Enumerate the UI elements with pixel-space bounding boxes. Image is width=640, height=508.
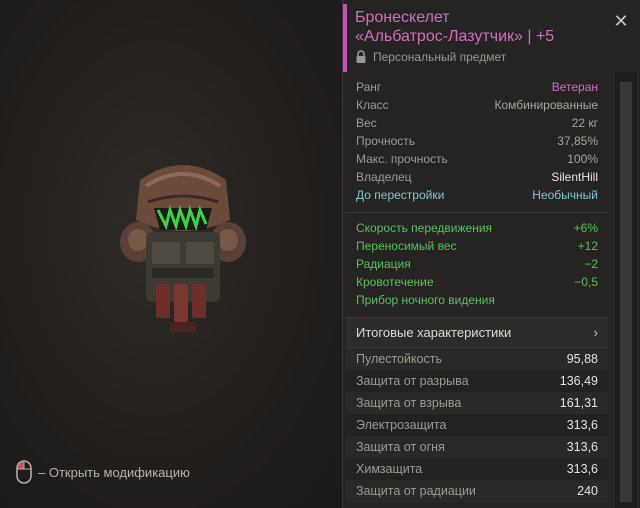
total-stats-toggle[interactable]: Итоговые характеристики › bbox=[346, 318, 608, 348]
stat-label: Химзащита bbox=[356, 462, 423, 476]
rarity-accent-bar bbox=[343, 4, 347, 72]
mouse-icon bbox=[16, 460, 32, 484]
item-header: Бронескелет «Альбатрос-Лазутчик» | +5 ✕ … bbox=[343, 0, 640, 72]
stat-value: 136,49 bbox=[559, 374, 598, 388]
bonus-row: Скорость передвижения +6% bbox=[346, 219, 608, 237]
bonus-row: Прибор ночного видения bbox=[346, 291, 608, 309]
info-value: Комбинированные bbox=[494, 98, 599, 112]
info-label: Класс bbox=[356, 98, 389, 112]
personal-item-label: Персональный предмет bbox=[373, 50, 507, 64]
stat-label: Пулестойкость bbox=[356, 352, 443, 366]
bonus-row: Радиация −2 bbox=[346, 255, 608, 273]
stat-row: Защита от огня 313,6 bbox=[346, 436, 608, 458]
armor-model-image bbox=[120, 165, 246, 332]
stat-label: Защита от огня bbox=[356, 440, 445, 454]
open-modification-hint: – Открыть модификацию bbox=[16, 460, 190, 484]
stat-value: 313,6 bbox=[566, 440, 598, 454]
info-label: Вес bbox=[356, 116, 377, 130]
bonus-label: Переносимый вес bbox=[356, 239, 457, 253]
lock-icon bbox=[356, 50, 366, 63]
stat-row: Электрозащита 313,6 bbox=[346, 414, 608, 436]
bonus-label: Прибор ночного видения bbox=[356, 293, 495, 307]
info-row-max-durability: Макс. прочность 100% bbox=[346, 150, 608, 168]
chevron-right-icon: › bbox=[593, 325, 598, 340]
info-label: Ранг bbox=[356, 80, 382, 94]
rebuild-value: Необычный bbox=[532, 188, 598, 202]
stat-row: Защита от взрыва 161,31 bbox=[346, 392, 608, 414]
stat-value: 95,88 bbox=[566, 352, 598, 366]
hint-label: – Открыть модификацию bbox=[38, 464, 190, 480]
stat-label: Защита от радиации bbox=[356, 484, 476, 498]
item-title: Бронескелет «Альбатрос-Лазутчик» | +5 bbox=[355, 8, 595, 46]
info-value: 100% bbox=[567, 152, 598, 166]
info-row-owner: Владелец SilentHill bbox=[346, 168, 608, 186]
info-label: Макс. прочность bbox=[356, 152, 448, 166]
stat-label: Защита от разрыва bbox=[356, 374, 469, 388]
stat-row: Защита от разрыва 136,49 bbox=[346, 370, 608, 392]
item-preview: – Открыть модификацию bbox=[0, 0, 342, 508]
rank-value: Ветеран bbox=[551, 80, 598, 94]
bonus-value: +6% bbox=[573, 221, 598, 235]
item-title-line1: Бронескелет bbox=[355, 9, 450, 26]
stat-label: Электрозащита bbox=[356, 418, 447, 432]
stat-value: 313,6 bbox=[566, 462, 598, 476]
info-row-class: Класс Комбинированные bbox=[346, 96, 608, 114]
bonus-value: −2 bbox=[584, 257, 598, 271]
info-value: 37,85% bbox=[557, 134, 598, 148]
close-icon[interactable]: ✕ bbox=[612, 12, 630, 30]
info-label: Прочность bbox=[356, 134, 416, 148]
personal-item-badge: Персональный предмет bbox=[355, 50, 640, 64]
item-info-panel: Бронескелет «Альбатрос-Лазутчик» | +5 ✕ … bbox=[342, 0, 640, 508]
bonuses-section: Скорость передвижения +6% Переносимый ве… bbox=[346, 213, 608, 318]
stat-value: 161,31 bbox=[559, 396, 598, 410]
stat-value: 313,6 bbox=[566, 418, 598, 432]
info-value: 22 кг bbox=[571, 116, 598, 130]
stat-label: Защита от взрыва bbox=[356, 396, 462, 410]
info-row-durability: Прочность 37,85% bbox=[346, 132, 608, 150]
info-label: Владелец bbox=[356, 170, 412, 184]
bonus-row: Кровотечение −0,5 bbox=[346, 273, 608, 291]
info-row-rebuild: До перестройки Необычный bbox=[346, 186, 608, 204]
stat-row: Пулестойкость 95,88 bbox=[346, 348, 608, 370]
bonus-label: Скорость передвижения bbox=[356, 221, 493, 235]
owner-value: SilentHill bbox=[551, 170, 598, 184]
stat-value: 240 bbox=[577, 484, 598, 498]
item-title-line2: «Альбатрос-Лазутчик» | +5 bbox=[355, 28, 555, 45]
details-scroll-area[interactable]: Ранг Ветеран Класс Комбинированные Вес 2… bbox=[343, 72, 640, 508]
bonus-value: −0,5 bbox=[574, 275, 598, 289]
bonus-row: Переносимый вес +12 bbox=[346, 237, 608, 255]
info-section: Ранг Ветеран Класс Комбинированные Вес 2… bbox=[346, 72, 608, 213]
info-row-rank: Ранг Ветеран bbox=[346, 78, 608, 96]
total-stats-label: Итоговые характеристики bbox=[356, 325, 512, 340]
rebuild-label: До перестройки bbox=[356, 188, 445, 202]
stat-row: Защита от радиации 240 bbox=[346, 480, 608, 502]
bonus-label: Кровотечение bbox=[356, 275, 434, 289]
bonus-value: +12 bbox=[577, 239, 598, 253]
info-row-weight: Вес 22 кг bbox=[346, 114, 608, 132]
bonus-label: Радиация bbox=[356, 257, 411, 271]
stat-row: Химзащита 313,6 bbox=[346, 458, 608, 480]
total-stats-list: Пулестойкость 95,88 Защита от разрыва 13… bbox=[346, 348, 608, 502]
